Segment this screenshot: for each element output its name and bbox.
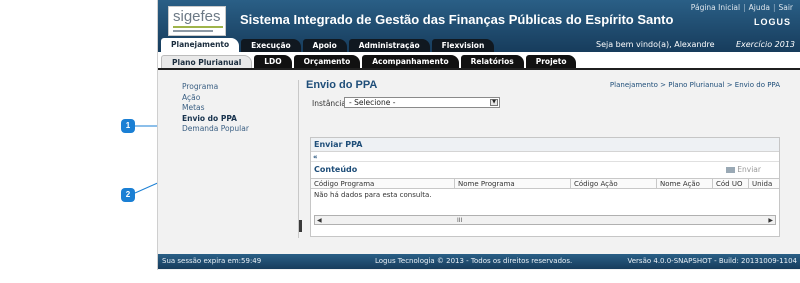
app-title: Sistema Integrado de Gestão das Finanças… bbox=[240, 12, 674, 27]
menu-item-demanda-popular[interactable]: Demanda Popular bbox=[182, 124, 249, 135]
logo-stripe bbox=[173, 30, 213, 32]
tab-apoio[interactable]: Apoio bbox=[302, 39, 347, 52]
app-footer: Sua sessão expira em:59:49 Logus Tecnolo… bbox=[158, 254, 800, 269]
welcome-text: Seja bem vindo(a), Alexandre bbox=[596, 40, 715, 49]
app-window: sigefes Sistema Integrado de Gestão das … bbox=[157, 0, 800, 270]
scroll-left-icon[interactable]: ◀ bbox=[317, 217, 322, 224]
side-menu: Programa Ação Metas Envio do PPA Demanda… bbox=[182, 82, 249, 135]
splitter bbox=[298, 80, 299, 238]
send-button[interactable]: Enviar bbox=[726, 165, 761, 174]
col-codigo-programa[interactable]: Código Programa bbox=[311, 179, 455, 188]
menu-item-programa[interactable]: Programa bbox=[182, 82, 249, 93]
subtab-orcamento[interactable]: Orçamento bbox=[293, 55, 361, 68]
panel-title: Enviar PPA bbox=[314, 140, 363, 149]
sub-tab-bar: Plano Plurianual LDO Orçamento Acompanha… bbox=[158, 52, 800, 70]
enviar-ppa-panel: Enviar PPA « Conteúdo Enviar Código Prog… bbox=[310, 137, 780, 237]
top-links: Página Inicial | Ajuda | Sair bbox=[690, 3, 793, 12]
instance-select[interactable]: - Selecione - ▼ bbox=[344, 97, 500, 108]
exercise-year: Exercício 2013 bbox=[735, 40, 795, 49]
table-header: Código Programa Nome Programa Código Açã… bbox=[311, 178, 779, 189]
copyright: Logus Tecnologia © 2013 - Todos os direi… bbox=[375, 257, 573, 265]
tab-planejamento[interactable]: Planejamento bbox=[161, 38, 240, 52]
breadcrumb: Planejamento > Plano Plurianual > Envio … bbox=[609, 81, 780, 89]
horizontal-scrollbar[interactable]: ◀ III ▶ bbox=[314, 215, 776, 225]
col-codigo-acao[interactable]: Código Ação bbox=[571, 179, 657, 188]
scroll-thumb-grip[interactable]: III bbox=[457, 217, 462, 224]
empty-message: Não há dados para esta consulta. bbox=[314, 191, 432, 199]
results-table: Código Programa Nome Programa Código Açã… bbox=[311, 178, 779, 201]
send-label: Enviar bbox=[737, 165, 761, 174]
page-title: Envio do PPA bbox=[306, 79, 378, 91]
instance-select-value: - Selecione - bbox=[349, 98, 396, 107]
home-link[interactable]: Página Inicial bbox=[691, 3, 740, 12]
col-cod-uo[interactable]: Cód UO bbox=[713, 179, 749, 188]
menu-item-metas[interactable]: Metas bbox=[182, 103, 249, 114]
sub-tabs: Plano Plurianual LDO Orçamento Acompanha… bbox=[161, 55, 578, 68]
menu-item-envio-ppa[interactable]: Envio do PPA bbox=[182, 114, 249, 125]
main-tabs: Planejamento Execução Apoio Administraçã… bbox=[161, 38, 496, 52]
panel-header: Enviar PPA bbox=[311, 138, 779, 152]
main-content: Envio do PPA Planejamento > Plano Pluria… bbox=[306, 78, 780, 238]
tab-flexvision[interactable]: Flexvision bbox=[431, 39, 495, 52]
instance-label: Instância bbox=[312, 99, 346, 108]
dropdown-arrow-icon[interactable]: ▼ bbox=[490, 99, 498, 106]
subtab-acompanhamento[interactable]: Acompanhamento bbox=[362, 55, 459, 68]
col-nome-acao[interactable]: Nome Ação bbox=[657, 179, 713, 188]
conteudo-header: Conteúdo Enviar bbox=[311, 161, 779, 175]
splitter-handle[interactable] bbox=[299, 220, 302, 232]
collapse-icon[interactable]: « bbox=[313, 153, 318, 161]
sigefes-logo: sigefes bbox=[168, 6, 226, 36]
col-unidade[interactable]: Unida bbox=[749, 179, 779, 188]
col-nome-programa[interactable]: Nome Programa bbox=[455, 179, 571, 188]
session-timer: Sua sessão expira em:59:49 bbox=[162, 257, 262, 265]
tab-administracao[interactable]: Administração bbox=[348, 39, 430, 52]
logus-brand: LOGUS bbox=[753, 17, 791, 27]
subtab-ldo[interactable]: LDO bbox=[254, 55, 292, 68]
send-icon bbox=[726, 167, 736, 173]
logo-text: sigefes bbox=[173, 8, 221, 25]
help-link[interactable]: Ajuda bbox=[749, 3, 770, 12]
menu-item-acao[interactable]: Ação bbox=[182, 93, 249, 104]
subtab-relatorios[interactable]: Relatórios bbox=[460, 55, 524, 68]
scroll-right-icon[interactable]: ▶ bbox=[768, 217, 773, 224]
subtab-projeto[interactable]: Projeto bbox=[525, 55, 577, 68]
app-header: sigefes Sistema Integrado de Gestão das … bbox=[158, 0, 800, 52]
tab-execucao[interactable]: Execução bbox=[241, 39, 301, 52]
conteudo-title: Conteúdo bbox=[314, 165, 358, 174]
subtab-plano-plurianual[interactable]: Plano Plurianual bbox=[161, 55, 253, 68]
logout-link[interactable]: Sair bbox=[778, 3, 793, 12]
logo-stripe bbox=[173, 26, 223, 28]
version-info: Versão 4.0.0-SNAPSHOT - Build: 20131009-… bbox=[627, 257, 798, 265]
